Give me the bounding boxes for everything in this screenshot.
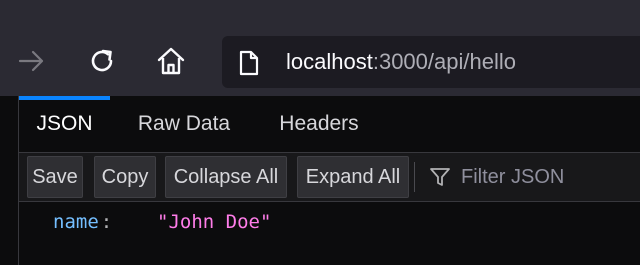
url-path: :3000/api/hello [372,49,516,74]
collapse-all-button[interactable]: Collapse All [165,156,287,198]
save-button[interactable]: Save [27,156,83,198]
navigation-toolbar: localhost:3000/api/hello [0,27,640,96]
page-icon [239,50,259,76]
tab-headers[interactable]: Headers [261,96,377,152]
forward-button[interactable] [14,43,50,79]
url-host: localhost [286,49,373,74]
expand-all-button[interactable]: Expand All [297,156,409,198]
filter-icon [430,168,450,186]
tab-json[interactable]: JSON [19,96,110,152]
home-icon [157,47,185,75]
filter-json-input[interactable]: Filter JSON [429,162,564,192]
json-row[interactable]: name: "John Doe" [53,210,271,234]
reload-icon [91,49,113,72]
json-toolbar: Save Copy Collapse All Expand All Filter… [19,153,640,202]
tab-raw-data[interactable]: Raw Data [119,96,249,152]
url-text[interactable]: localhost:3000/api/hello [286,49,516,75]
json-key: name [53,211,99,233]
browser-tab-strip [0,0,640,28]
forward-arrow-icon [18,50,44,72]
json-colon: : [100,211,113,233]
copy-button[interactable]: Copy [94,156,156,198]
json-tree: name: "John Doe" [19,202,640,265]
address-bar[interactable]: localhost:3000/api/hello [222,36,640,88]
home-button[interactable] [153,43,189,79]
json-value: "John Doe" [157,211,272,233]
json-viewer: JSON Raw Data Headers Save Copy Collapse… [18,96,640,265]
reload-button[interactable] [84,43,120,79]
filter-placeholder: Filter JSON [461,165,565,188]
toolbar-divider [414,162,415,192]
viewer-tab-bar: JSON Raw Data Headers [19,96,640,153]
